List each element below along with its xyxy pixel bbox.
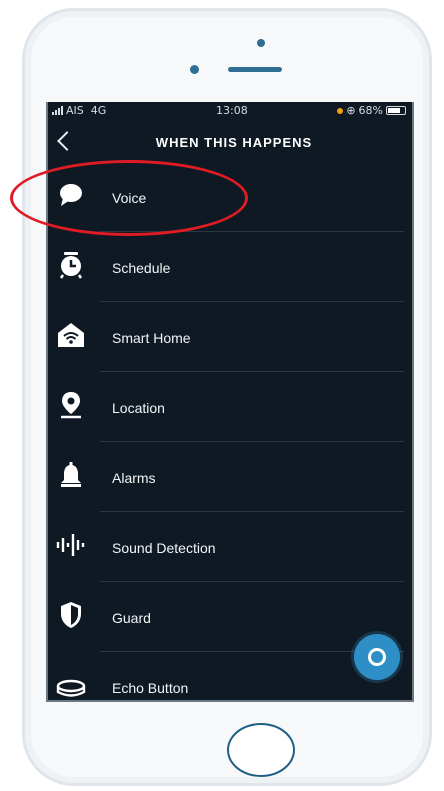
highlight-annotation-ring	[10, 160, 248, 236]
home-button[interactable]	[227, 723, 295, 777]
alexa-icon	[368, 648, 386, 666]
list-item-schedule[interactable]: Schedule	[48, 232, 412, 302]
echo-button-icon	[56, 670, 86, 700]
sound-wave-icon	[56, 530, 86, 560]
list-item-smart-home[interactable]: Smart Home	[48, 302, 412, 372]
orientation-lock-icon: ⊕	[346, 104, 356, 117]
wifi-home-icon	[56, 320, 86, 350]
battery-percent: 68%	[358, 104, 383, 117]
orange-dot-icon	[337, 107, 344, 114]
front-camera	[257, 39, 265, 47]
proximity-sensor	[190, 65, 199, 74]
list-item-label: Echo Button	[112, 680, 189, 696]
list-item-guard[interactable]: Guard	[48, 582, 412, 652]
list-item-location[interactable]: Location	[48, 372, 412, 442]
network-type: 4G	[90, 104, 107, 117]
list-item-label: Smart Home	[112, 330, 191, 346]
status-time: 13:08	[216, 104, 248, 117]
list-item-label: Location	[112, 400, 165, 416]
list-item-label: Guard	[112, 610, 151, 626]
location-pin-icon	[56, 390, 86, 420]
list-item-sound-detection[interactable]: Sound Detection	[48, 512, 412, 582]
shield-icon	[56, 600, 86, 630]
nav-bar: WHEN THIS HAPPENS	[48, 120, 412, 160]
status-bar: AIS 4G 13:08 ⊕ 68%	[48, 102, 412, 120]
page-title: WHEN THIS HAPPENS	[155, 135, 313, 150]
alarm-clock-icon	[56, 250, 86, 280]
signal-icon	[52, 106, 63, 115]
carrier-name: AIS	[66, 104, 84, 117]
trigger-list: Voice Schedule Smart Home Location Alarm…	[48, 162, 412, 700]
list-item-label: Schedule	[112, 260, 171, 276]
earpiece-speaker	[228, 67, 282, 72]
bell-icon	[56, 460, 86, 490]
list-item-alarms[interactable]: Alarms	[48, 442, 412, 512]
alexa-button[interactable]	[354, 634, 400, 680]
list-item-label: Alarms	[112, 470, 156, 486]
battery-icon	[386, 106, 406, 115]
list-item-label: Sound Detection	[112, 540, 216, 556]
